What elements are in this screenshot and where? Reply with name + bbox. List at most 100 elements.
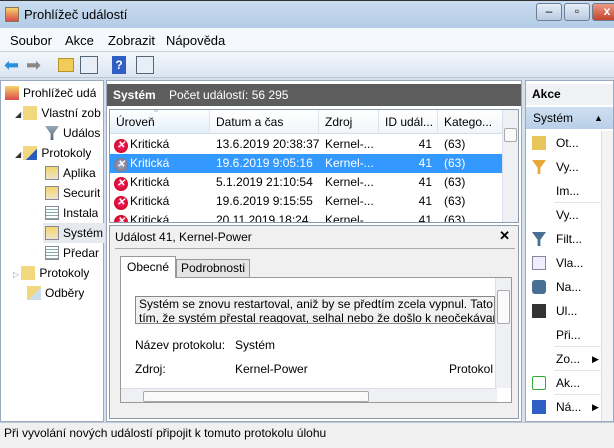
action-item[interactable]: Ná... ▶ [526, 395, 602, 419]
tree-item-root[interactable]: Prohlížeč udá [5, 83, 96, 103]
event-description[interactable]: Systém se znovu restartoval, aniž by se … [135, 296, 495, 324]
cell-level: Kritická [130, 175, 170, 189]
cell-event-id: 41 [418, 137, 432, 151]
event-count: Počet událostí: 56 295 [169, 88, 289, 102]
back-arrow-icon[interactable]: ⬅ [4, 56, 22, 74]
menu-akce[interactable]: Akce [65, 33, 94, 48]
tree-item-events-view[interactable]: Událos [45, 123, 100, 143]
minimize-button[interactable]: ‒ [536, 3, 562, 21]
log-name: Systém [113, 88, 156, 102]
table-row[interactable]: ✕ Kritická 5.1.2019 21:10:54 Kernel-... … [110, 173, 503, 192]
cell-level: Kritická [130, 194, 170, 208]
action-item[interactable]: Vy... [526, 203, 602, 227]
action-item[interactable]: Im... [526, 179, 602, 203]
cell-event-id: 41 [418, 175, 432, 189]
table-row[interactable]: ✕ Kritická 13.6.2019 20:38:37 Kernel-...… [110, 135, 503, 154]
general-tab-content: Systém se znovu restartoval, aniž by se … [120, 277, 512, 403]
show-hide-tree-icon[interactable] [80, 56, 98, 74]
cell-event-id: 41 [418, 194, 432, 208]
open-folder-icon [532, 136, 546, 150]
maximize-button[interactable]: ▫ [564, 3, 590, 21]
tab-general[interactable]: Obecné [120, 256, 176, 278]
cell-date: 13.6.2019 20:38:37 [216, 137, 320, 151]
tree-item-windows-logs[interactable]: ◢ Protokoly [15, 143, 91, 163]
cell-event-id: 41 [418, 156, 432, 170]
column-category[interactable]: Katego... [438, 110, 503, 134]
log-header: Systém Počet událostí: 56 295 [107, 84, 521, 106]
menu-zobrazit[interactable]: Zobrazit [108, 33, 155, 48]
table-row[interactable]: ✕ Kritická 20.11.2019 18:24 Kernel-... 4… [110, 211, 503, 223]
events-table: Úroveň ^ Datum a čas Zdroj ID udál... Kat… [109, 109, 519, 223]
action-item[interactable]: Filt... [526, 227, 602, 251]
cell-event-id: 41 [418, 213, 432, 223]
status-text: Při vyvolání nových událostí připojit k … [4, 426, 327, 440]
menu-napoveda[interactable]: Nápověda [166, 33, 225, 48]
log-field-label: Protokol [449, 362, 494, 376]
cell-date: 19.6.2019 9:05:16 [216, 156, 313, 170]
actions-section-system[interactable]: Systém ▲ [526, 107, 613, 129]
tree-item-custom-views[interactable]: ◢ Vlastní zob [15, 103, 101, 123]
event-viewer-icon [5, 86, 19, 100]
tab-details[interactable]: Podrobnosti [176, 259, 250, 278]
tree-item-app-logs[interactable]: ▷ Protokoly [13, 263, 89, 283]
refresh-icon [532, 376, 546, 390]
navigation-tree: Prohlížeč udá ◢ Vlastní zob Událos ◢ Pro… [0, 80, 105, 422]
help-icon[interactable]: ? [112, 56, 126, 74]
column-date[interactable]: Datum a čas [210, 110, 319, 134]
properties-icon [532, 256, 546, 270]
menu-bar: Soubor Akce Zobrazit Nápověda [0, 28, 614, 52]
action-item[interactable]: Vla... [526, 251, 602, 275]
title-bar: Prohlížeč událostí ‒ ▫ x [0, 0, 614, 28]
filter-icon [45, 126, 59, 140]
table-row[interactable]: ✕ Kritická 19.6.2019 9:05:16 Kernel-... … [110, 154, 503, 173]
cell-source: Kernel-... [325, 137, 374, 151]
log-icon [45, 166, 59, 180]
subscriptions-icon [27, 286, 41, 300]
up-folder-icon[interactable] [58, 58, 74, 72]
cell-category: (63) [444, 137, 466, 151]
log-icon [45, 226, 59, 240]
detail-vscrollbar[interactable] [495, 278, 511, 388]
tree-item-subscriptions[interactable]: Odběry [27, 283, 84, 303]
action-item[interactable]: Ak... [526, 371, 602, 395]
close-button[interactable]: x [592, 3, 614, 21]
submenu-arrow-icon: ▶ [592, 402, 599, 412]
cell-category: (63) [444, 213, 466, 223]
cell-category: (63) [444, 175, 466, 189]
tree-item-setup[interactable]: Instala [45, 203, 98, 223]
tree-item-security[interactable]: Securit [45, 183, 100, 203]
close-detail-icon[interactable]: ✕ [499, 228, 510, 244]
actions-scrollbar[interactable] [601, 131, 613, 421]
critical-error-icon: ✕ [114, 192, 128, 211]
critical-error-icon: ✕ [114, 211, 128, 222]
cell-date: 5.1.2019 21:10:54 [216, 175, 313, 189]
table-row[interactable]: ✕ Kritická 19.6.2019 9:15:55 Kernel-... … [110, 192, 503, 211]
log-icon [45, 186, 59, 200]
action-item[interactable]: Na... [526, 275, 602, 299]
tree-item-forwarded[interactable]: Předar [45, 243, 99, 263]
toolbar: ⬅ ➡ ? [0, 52, 614, 78]
action-item[interactable]: Vy... [526, 155, 602, 179]
list-scrollbar[interactable] [502, 110, 518, 222]
menu-soubor[interactable]: Soubor [10, 33, 52, 48]
cell-date: 19.6.2019 9:15:55 [216, 194, 313, 208]
forward-arrow-icon[interactable]: ➡ [26, 56, 44, 74]
tree-item-system[interactable]: Systém [43, 223, 105, 243]
column-source[interactable]: Zdroj [319, 110, 379, 134]
tree-item-application[interactable]: Aplika [45, 163, 96, 183]
cell-category: (63) [444, 156, 466, 170]
column-event-id[interactable]: ID udál... [379, 110, 438, 134]
detail-hscrollbar[interactable] [121, 388, 497, 402]
action-item[interactable]: Ul... [526, 299, 602, 323]
source-value: Kernel-Power [235, 362, 308, 376]
submenu-arrow-icon: ▶ [592, 354, 599, 364]
actions-header: Akce [526, 84, 613, 105]
column-level[interactable]: Úroveň ^ [110, 110, 210, 134]
cell-level: Kritická [130, 137, 170, 151]
action-item[interactable]: Zo... ▶ [526, 347, 602, 371]
show-hide-actions-icon[interactable] [136, 56, 154, 74]
window-title: Prohlížeč událostí [24, 7, 128, 22]
app-icon [5, 7, 19, 22]
action-item[interactable]: Při... [526, 323, 602, 347]
action-item[interactable]: Ot... [526, 131, 602, 155]
